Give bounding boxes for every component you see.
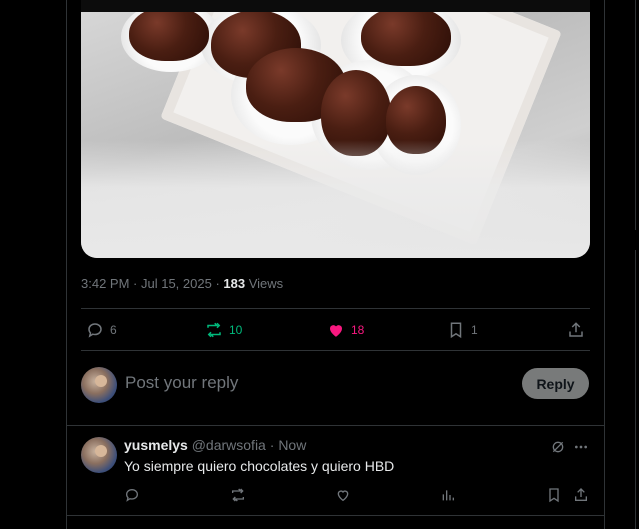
chocolate — [361, 6, 451, 66]
comment-bookmark-icon[interactable] — [546, 487, 562, 503]
comment-text: Yo siempre quiero chocolates y quiero HB… — [124, 458, 395, 474]
reply-count: 6 — [110, 323, 117, 337]
reply-button[interactable]: Reply — [522, 368, 589, 399]
comment-heart-icon[interactable] — [335, 487, 351, 503]
views-label: Views — [248, 276, 284, 291]
comment-reply-icon[interactable] — [124, 487, 140, 503]
user-avatar[interactable] — [81, 367, 117, 403]
comment-analytics-icon[interactable] — [440, 487, 456, 503]
comment-author-name[interactable]: yusmelys — [124, 437, 188, 453]
divider — [81, 350, 590, 351]
like-action[interactable]: 18 — [327, 321, 364, 339]
heart-filled-icon — [330, 325, 342, 337]
like-count: 18 — [351, 323, 365, 337]
divider — [66, 515, 605, 516]
divider — [66, 425, 605, 426]
tweet-photo[interactable] — [81, 0, 590, 258]
plastic-bag — [81, 140, 590, 258]
comment-share-icon[interactable] — [573, 487, 589, 503]
grok-icon[interactable] — [550, 439, 566, 455]
comment-separator: · — [269, 437, 275, 453]
reply-input[interactable]: Post your reply — [125, 373, 238, 393]
bookmark-action[interactable]: 1 — [447, 321, 478, 339]
photo-top-strip — [81, 0, 590, 12]
reply-action[interactable]: 6 — [86, 321, 117, 339]
divider — [81, 308, 590, 309]
bookmark-icon — [450, 322, 462, 339]
comment-repost-icon[interactable] — [230, 487, 246, 503]
chocolate — [129, 6, 209, 61]
reply-icon — [88, 323, 102, 338]
views-count: 183 — [223, 276, 246, 291]
repost-count: 10 — [229, 323, 243, 337]
tweet-time[interactable]: 3:42 PM — [81, 276, 129, 291]
repost-icon — [207, 322, 221, 338]
side-panel-edge-lower — [635, 250, 639, 529]
share-icon — [569, 322, 583, 337]
comment-avatar[interactable] — [81, 437, 117, 473]
bookmark-count: 1 — [471, 323, 478, 337]
comment-author-handle[interactable]: @darwsofia — [192, 437, 266, 453]
side-panel-edge — [635, 0, 639, 230]
share-action[interactable] — [567, 321, 591, 339]
more-icon[interactable] — [573, 439, 589, 455]
comment-header: yusmelys @darwsofia · Now — [124, 437, 306, 453]
repost-action[interactable]: 10 — [205, 321, 242, 339]
tweet-meta: 3:42 PM · Jul 15, 2025 · 183 Views — [81, 276, 284, 291]
tweet-date[interactable]: Jul 15, 2025 — [141, 276, 212, 291]
comment-time[interactable]: Now — [278, 437, 306, 453]
